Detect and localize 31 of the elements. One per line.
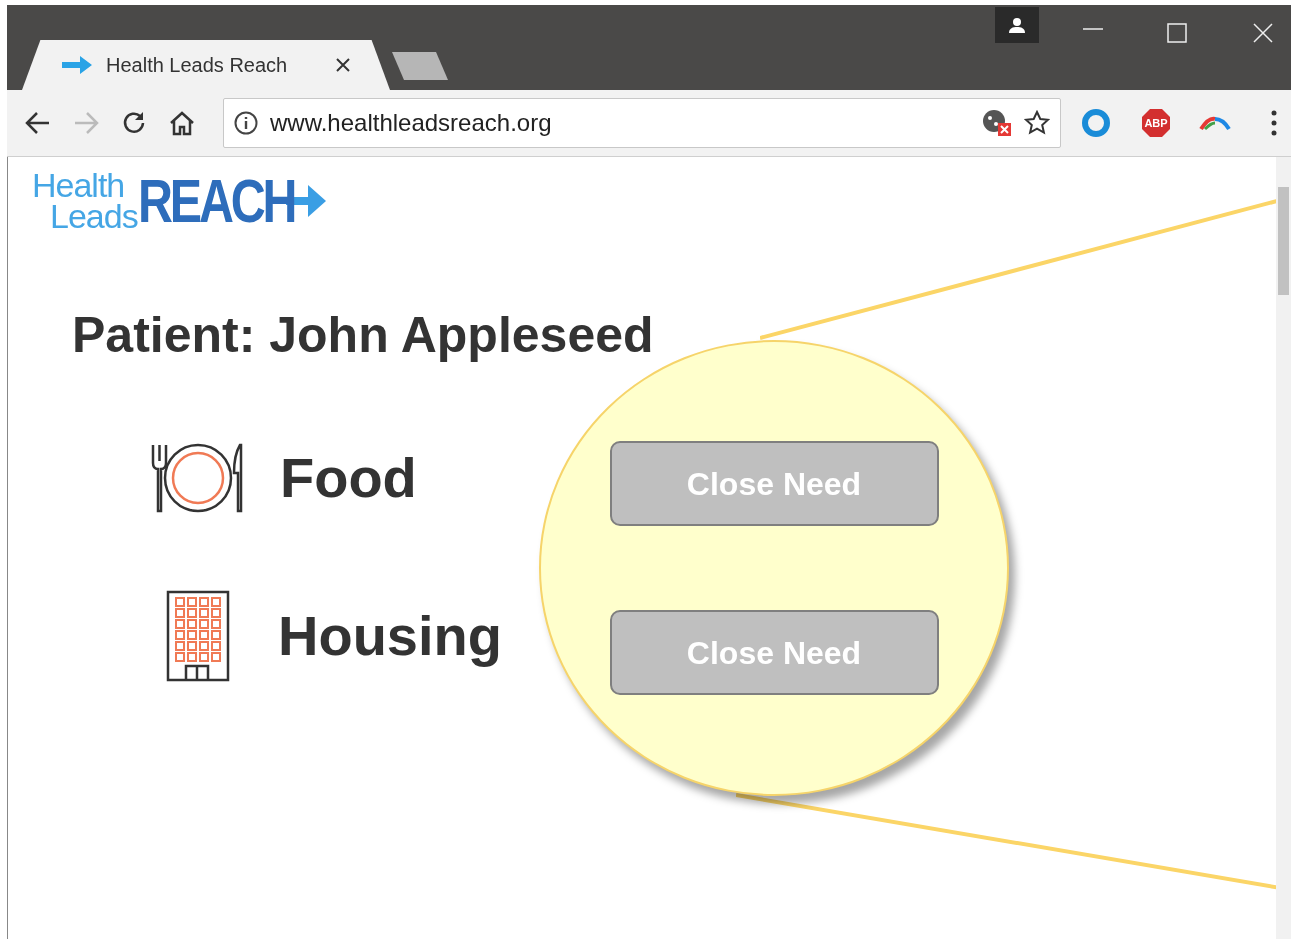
minimize-icon[interactable] xyxy=(1083,27,1103,31)
building-icon xyxy=(166,590,230,682)
need-label: Food xyxy=(280,445,417,511)
close-icon[interactable] xyxy=(336,58,350,72)
browser-tab[interactable]: Health Leads Reach xyxy=(22,40,390,90)
profile-button[interactable] xyxy=(995,7,1039,43)
scrollbar-thumb[interactable] xyxy=(1278,187,1289,295)
rainbow-arc-icon[interactable] xyxy=(1199,115,1231,131)
reload-icon[interactable] xyxy=(121,110,147,136)
back-icon[interactable] xyxy=(25,111,51,135)
ring-icon[interactable] xyxy=(1081,108,1111,138)
info-icon xyxy=(234,111,258,135)
star-icon[interactable] xyxy=(1024,110,1050,136)
patient-heading: Patient: John Appleseed xyxy=(72,310,655,360)
arrow-icon xyxy=(62,56,92,74)
maximize-icon[interactable] xyxy=(1167,23,1187,43)
logo-text: Leads xyxy=(50,201,138,232)
octagon-icon xyxy=(1141,108,1171,138)
address-bar[interactable]: www.healthleadsreach.org xyxy=(223,98,1061,148)
new-tab-button[interactable] xyxy=(390,52,450,80)
person-icon xyxy=(1009,17,1025,33)
url-text: www.healthleadsreach.org xyxy=(270,108,553,138)
menu-icon[interactable] xyxy=(1271,110,1277,136)
logo-text: REACH xyxy=(137,170,294,232)
home-icon[interactable] xyxy=(169,110,195,136)
cookie-blocked-icon[interactable] xyxy=(982,109,1012,137)
tab-title: Health Leads Reach xyxy=(106,53,288,78)
adblock-button[interactable]: ABP xyxy=(1141,108,1171,138)
logo-text: Health xyxy=(32,170,125,201)
extension-label: ABP xyxy=(1144,115,1168,131)
need-label: Housing xyxy=(278,603,502,669)
